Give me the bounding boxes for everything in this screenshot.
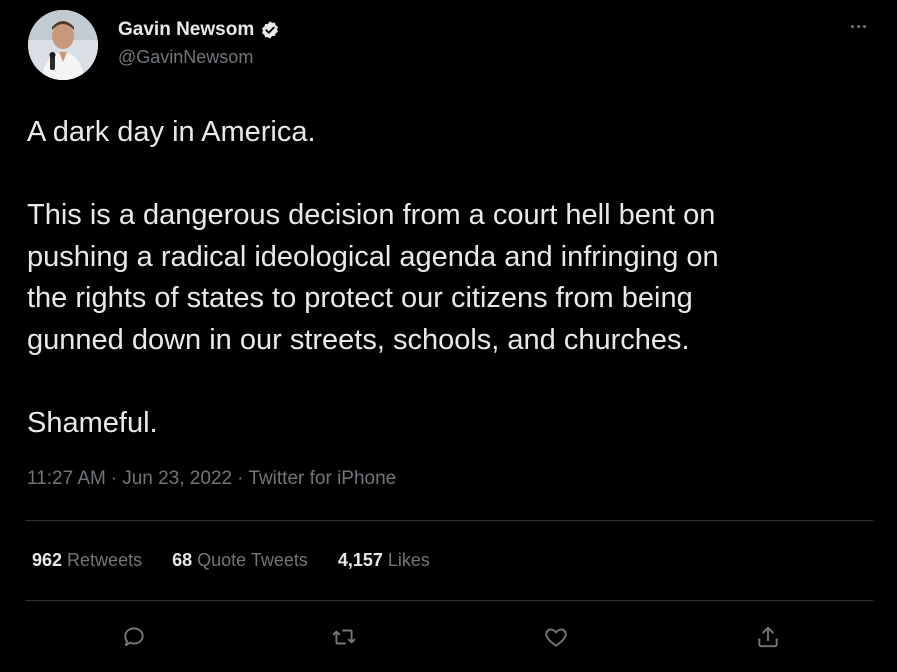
reply-icon — [124, 627, 144, 647]
retweet-button[interactable] — [327, 620, 361, 654]
tweet-text-line: A dark day in America. — [27, 116, 316, 148]
tweet-source[interactable]: Twitter for iPhone — [248, 468, 396, 489]
share-icon — [758, 626, 778, 648]
quote-tweets-stat[interactable]: 68 Quote Tweets — [172, 550, 308, 571]
quote-tweets-label: Quote Tweets — [197, 550, 308, 570]
tweet-stats: 962 Retweets 68 Quote Tweets 4,157 Likes — [32, 550, 430, 571]
likes-stat[interactable]: 4,157 Likes — [338, 550, 430, 571]
retweets-stat[interactable]: 962 Retweets — [32, 550, 142, 571]
author-block[interactable]: Gavin Newsom @GavinNewsom — [118, 16, 280, 68]
likes-count: 4,157 — [337, 550, 383, 570]
tweet-meta: 11:27 AM · Jun 23, 2022 · Twitter for iPhone — [27, 468, 396, 490]
divider — [25, 600, 873, 601]
quote-tweets-count: 68 — [172, 550, 193, 570]
divider — [25, 520, 873, 521]
share-button[interactable] — [751, 620, 785, 654]
tweet-time[interactable]: 11:27 AM — [27, 468, 106, 489]
retweet-icon — [332, 629, 356, 645]
avatar[interactable] — [28, 10, 98, 80]
tweet-actions — [25, 612, 873, 660]
meta-separator: · — [237, 468, 244, 489]
retweets-label: Retweets — [67, 550, 143, 570]
retweets-count: 962 — [32, 550, 63, 570]
verified-badge-icon — [262, 21, 279, 39]
likes-label: Likes — [387, 550, 430, 570]
reply-button[interactable] — [117, 620, 151, 654]
tweet-date[interactable]: Jun 23, 2022 — [122, 468, 232, 489]
like-button[interactable] — [539, 620, 573, 654]
tweet-detail: Gavin Newsom @GavinNewsom A dark day in … — [0, 0, 897, 672]
tweet-text-line: Shameful. — [27, 406, 158, 439]
author-handle[interactable]: @GavinNewsom — [118, 47, 280, 68]
meta-separator: · — [110, 468, 118, 489]
like-heart-icon — [545, 628, 567, 647]
tweet-text: A dark day in America. This is a dangerou… — [27, 112, 867, 444]
avatar-photo — [28, 10, 98, 80]
more-horizontal-icon[interactable] — [843, 14, 873, 38]
author-name[interactable]: Gavin Newsom — [118, 19, 254, 41]
tweet-text-paragraph: This is a dangerous decision from a cour… — [27, 199, 719, 356]
